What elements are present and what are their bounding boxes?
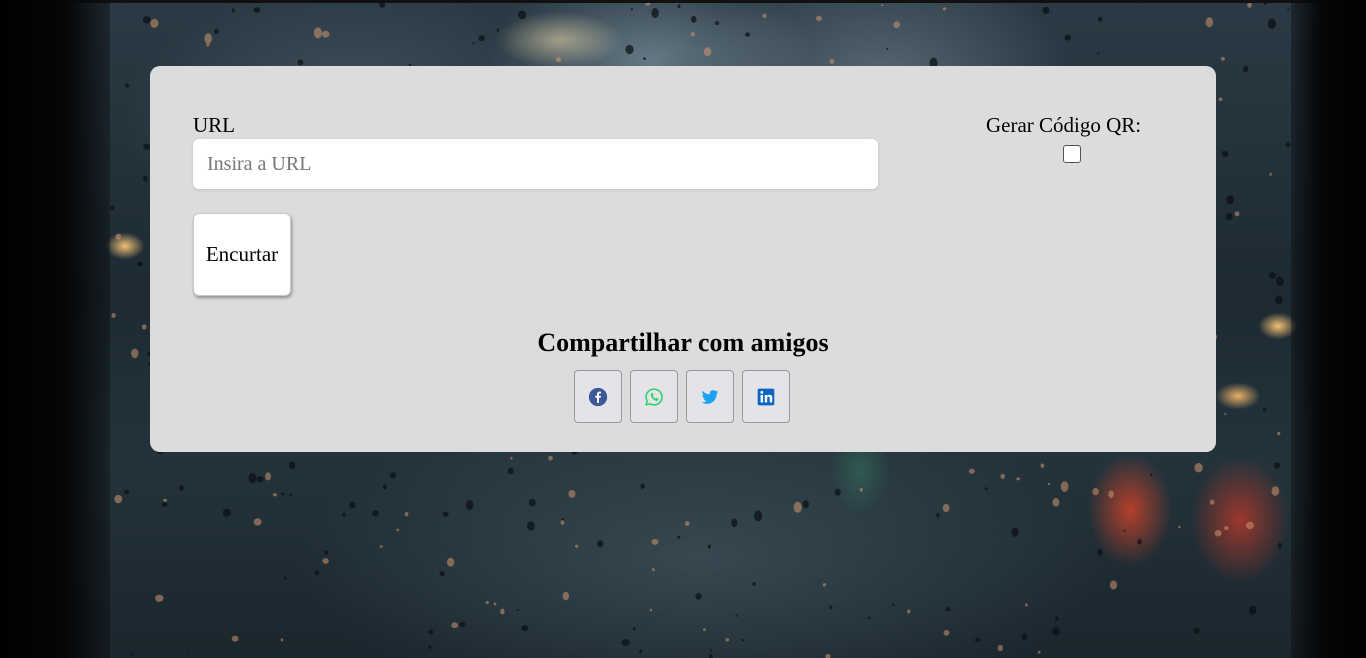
share-title: Compartilhar com amigos: [537, 328, 829, 357]
share-twitter-button[interactable]: [686, 370, 734, 423]
share-buttons: [574, 370, 790, 423]
window-frame-top: [0, 0, 1366, 3]
linkedin-icon: [756, 387, 776, 407]
share-linkedin-button[interactable]: [742, 370, 790, 423]
qr-code-checkbox[interactable]: [1063, 145, 1081, 163]
shorten-button[interactable]: Encurtar: [193, 213, 291, 296]
whatsapp-icon: [644, 387, 664, 407]
facebook-icon: [588, 387, 608, 407]
url-label: URL: [193, 113, 235, 137]
qr-code-label: Gerar Código QR:: [986, 113, 1142, 137]
window-frame-right: [1291, 0, 1366, 658]
shortener-card: URL Gerar Código QR: Encurtar Compartilh…: [150, 66, 1216, 452]
share-facebook-button[interactable]: [574, 370, 622, 423]
url-input[interactable]: [193, 139, 878, 189]
twitter-icon: [700, 387, 720, 407]
share-whatsapp-button[interactable]: [630, 370, 678, 423]
window-frame-left: [0, 0, 110, 658]
